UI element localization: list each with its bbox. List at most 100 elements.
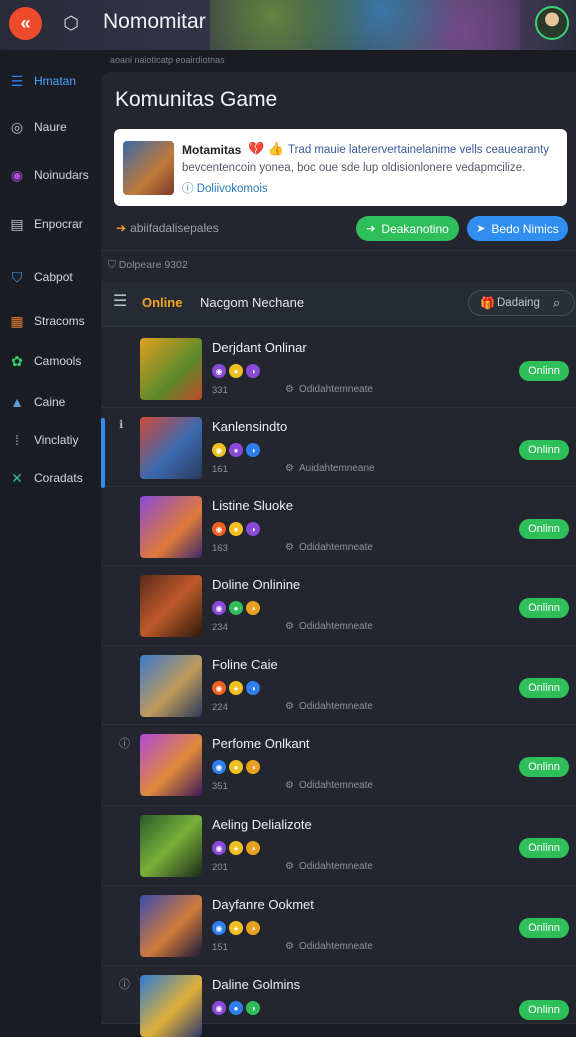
back-button[interactable]: « — [9, 7, 42, 40]
online-button[interactable]: Onlinn — [519, 519, 569, 539]
online-button[interactable]: Onlinn — [519, 598, 569, 618]
badge-group: ◉ ● ◑ — [212, 841, 260, 855]
gift-icon: 🎁 — [480, 296, 495, 310]
sidebar-item-stracoms[interactable]: ▦ Stracoms — [0, 306, 100, 336]
community-link[interactable]: ⓘ Doliivokomois — [182, 180, 268, 196]
list-item[interactable]: Foline Caie ◉ ● ◑ 224 ⚙ Odidahtemneate Onlinn — [101, 646, 576, 725]
badge-icon: ● — [229, 601, 243, 615]
game-status-text: Odidahtemneate — [298, 384, 373, 395]
badge-icon: ◑ — [246, 443, 260, 457]
gear-icon: ⚙ — [285, 861, 294, 872]
sidebar-item-cabpot[interactable]: ⛉ Cabpot — [0, 262, 100, 292]
list-item[interactable]: Derjdant Onlinar ◉ ● ◑ 331 ⚙ Odidahtemneate Onl… — [101, 329, 576, 408]
game-title[interactable]: Foline Caie — [212, 657, 278, 672]
info-icon[interactable]: ℹ — [119, 418, 123, 431]
online-button[interactable]: Onlinn — [519, 361, 569, 381]
sidebar-item-camools[interactable]: ✿ Camools — [0, 346, 100, 376]
list-item[interactable]: Aeling Delializote ◉ ● ◑ 201 ⚙ Odidahtemneate O… — [101, 806, 576, 886]
online-button[interactable]: Onlinn — [519, 918, 569, 938]
list-item[interactable]: ⓘ Perfome Onlkant ◉ ● ◑ 351 ⚙ Odidahtemneate Onl… — [101, 725, 576, 806]
hexagon-icon[interactable]: ⬡ — [60, 12, 82, 34]
game-thumbnail[interactable] — [140, 575, 202, 637]
badge-group: ◉ ● ◑ — [212, 364, 260, 378]
selected-indicator — [101, 418, 105, 488]
badge-icon: ◑ — [246, 364, 260, 378]
secondary-action-button[interactable]: ➤ Bedo Nimics — [467, 216, 568, 241]
sidebar-item-label: Coradats — [34, 471, 83, 485]
sidebar-item-noinudars[interactable]: ◉ Noinudars — [0, 160, 100, 190]
search-filter-button[interactable]: 🎁 Dadaing ⌕ — [468, 290, 575, 316]
game-title[interactable]: Perfome Onlkant — [212, 736, 310, 751]
online-button[interactable]: Onlinn — [519, 838, 569, 858]
gear-icon: ⚙ — [285, 542, 294, 553]
list-item[interactable]: Dayfanre Ookmet ◉ ● ◑ 151 ⚙ Odidahtemneate Onli… — [101, 886, 576, 966]
gear-icon: ⚙ — [285, 780, 294, 791]
sidebar-item-vinclatiy[interactable]: ⁞ Vinclatiy — [0, 425, 100, 455]
sidebar-item-label: Naure — [34, 120, 67, 134]
arrow-right-icon: ➔ — [366, 223, 376, 235]
online-button[interactable]: Onlinn — [519, 440, 569, 460]
game-thumbnail[interactable] — [140, 338, 202, 400]
game-thumbnail[interactable] — [140, 975, 202, 1037]
game-title[interactable]: Daline Golmins — [212, 977, 300, 992]
sidebar-item-caine[interactable]: ▲ Caine — [0, 387, 100, 417]
badge-icon: ◉ — [212, 601, 226, 615]
double-chevron-left-icon: « — [20, 13, 31, 33]
member-count: 163 — [212, 543, 228, 554]
community-card[interactable]: Motamitas 💔 👍 Trad mauie laterervertaine… — [114, 129, 567, 206]
game-thumbnail[interactable] — [140, 496, 202, 558]
tab-other[interactable]: Nacgom Nechane — [200, 295, 304, 310]
meta-label: Dolpeare 9302 — [118, 259, 188, 271]
game-title[interactable]: Kanlensindto — [212, 419, 287, 434]
game-title[interactable]: Dayfanre Ookmet — [212, 897, 314, 912]
sidebar-item-label: Cabpot — [34, 270, 73, 284]
game-thumbnail[interactable] — [140, 895, 202, 957]
community-emoji: 💔 👍 — [248, 141, 284, 156]
online-button[interactable]: Onlinn — [519, 757, 569, 777]
list-item[interactable]: ⓘ Daline Golmins ◉ ● ◑ Onlinn — [101, 966, 576, 1037]
badge-icon: ◉ — [212, 1001, 226, 1015]
user-avatar[interactable] — [535, 6, 569, 40]
game-status: ⚙ Odidahtemneate — [285, 861, 373, 872]
info-icon[interactable]: ⓘ — [119, 735, 130, 751]
sidebar-item-coradats[interactable]: ✕ Coradats — [0, 463, 100, 493]
online-button[interactable]: Onlinn — [519, 678, 569, 698]
gear-icon: ⚙ — [285, 701, 294, 712]
badge-group: ◉ ● ◑ — [212, 921, 260, 935]
list-item[interactable]: Doline Onlinine ◉ ● ◑ 234 ⚙ Odidahtemneate Onli… — [101, 566, 576, 646]
badge-icon: ● — [229, 522, 243, 536]
game-title[interactable]: Derjdant Onlinar — [212, 340, 307, 355]
gear-icon: ⚙ — [285, 941, 294, 952]
game-title[interactable]: Aeling Delializote — [212, 817, 312, 832]
game-title[interactable]: Listine Sluoke — [212, 498, 293, 513]
badge-icon: ◑ — [246, 522, 260, 536]
arrow-right-icon: ➔ — [116, 221, 127, 235]
tab-online[interactable]: Online — [142, 295, 182, 310]
game-thumbnail[interactable] — [140, 734, 202, 796]
sidebar-item-hmatan[interactable]: ☰ Hmatan — [0, 66, 100, 96]
primary-action-button[interactable]: ➔ Deakanotino — [356, 216, 459, 241]
palette-icon: ✿ — [11, 352, 23, 369]
game-thumbnail[interactable] — [140, 655, 202, 717]
sidebar-item-enpocrar[interactable]: ▤ Enpocrar — [0, 209, 100, 239]
menu-icon[interactable]: ☰ — [113, 293, 131, 311]
member-count: 351 — [212, 781, 228, 792]
game-thumbnail[interactable] — [140, 815, 202, 877]
game-thumbnail[interactable] — [140, 417, 202, 479]
list-item[interactable]: ℹ Kanlensindto ◉ ● ◑ 161 ⚙ Auidahtemneane Onlinn — [101, 408, 576, 488]
search-filter-label: Dadaing — [497, 297, 540, 309]
community-name: Motamitas — [182, 143, 242, 157]
sidebar-item-naure[interactable]: ◎ Naure — [0, 112, 100, 142]
online-button[interactable]: Onlinn — [519, 1000, 569, 1020]
info-icon[interactable]: ⓘ — [119, 976, 130, 992]
badge-group: ◉ ● ◑ — [212, 1001, 260, 1015]
badge-group: ◉ ● ◑ — [212, 443, 260, 457]
badge-icon: ◉ — [212, 681, 226, 695]
secondary-action-label: Bedo Nimics — [491, 221, 559, 236]
info-row[interactable]: ➔ abiifadalisepales — [116, 221, 219, 235]
game-title[interactable]: Doline Onlinine — [212, 577, 300, 592]
list-item[interactable]: Listine Sluoke ◉ ● ◑ 163 ⚙ Odidahtemneate Onlin… — [101, 487, 576, 566]
community-description-line2: bevcentencoin yonea, boc oue sde lup old… — [182, 162, 526, 174]
badge-icon: ◉ — [212, 443, 226, 457]
menu-icon: ☰ — [10, 72, 24, 89]
